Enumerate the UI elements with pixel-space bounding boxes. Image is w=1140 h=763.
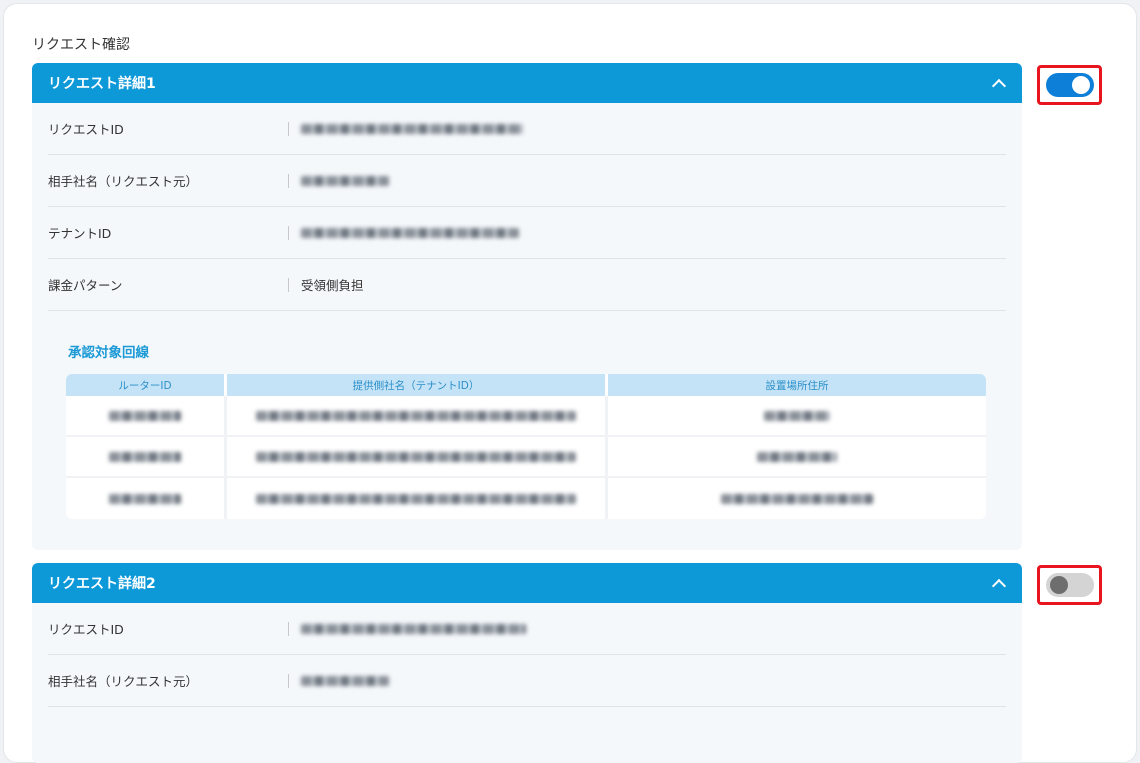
redacted-value [301,623,526,634]
table-cell [227,437,608,476]
request-detail-2-panel: リクエスト詳細2 リクエストID 相手社名（リクエスト元） [32,563,1022,763]
page-title: リクエスト確認 [32,37,130,53]
field-label: 相手社名（リクエスト元） [48,174,199,189]
field-label: 課金パターン [48,278,123,293]
request-detail-1-panel: リクエスト詳細1 リクエストID 相手社名（リクエスト元） テナントID 課金パ… [32,63,1022,550]
field-label: テナントID [48,226,112,241]
redacted-value [109,410,181,421]
table-cell [227,396,608,435]
request-1-toggle[interactable] [1045,73,1094,97]
toggle-knob [1071,76,1090,94]
table-cell [66,396,227,435]
redacted-value [721,493,873,504]
table-row [66,437,986,478]
field-divider [288,621,289,636]
table-cell [66,437,227,476]
chevron-up-icon[interactable] [992,576,1006,590]
table-header: ルーターID 提供側社名（テナントID） 設置場所住所 [66,374,986,396]
field-label: リクエストID [48,622,124,637]
field-divider [288,173,289,188]
redacted-value [301,675,389,686]
field-label: リクエストID [48,122,124,137]
field-tenant-id: テナントID [48,207,1006,259]
toggle-knob [1049,576,1068,594]
field-divider [288,277,289,292]
redacted-value [301,123,523,134]
approval-lines-title: 承認対象回線 [68,345,149,361]
table-row [66,478,986,519]
request-detail-2-header[interactable]: リクエスト詳細2 [32,563,1022,603]
redacted-value [256,451,576,462]
redacted-value [109,451,181,462]
field-billing-pattern: 課金パターン 受領側負担 [48,259,1006,311]
redacted-value [764,410,830,421]
redacted-value [256,410,576,421]
request-1-toggle-highlight [1037,65,1102,105]
field-partner-name: 相手社名（リクエスト元） [48,155,1006,207]
redacted-value [301,227,519,238]
request-detail-1-header[interactable]: リクエスト詳細1 [32,63,1022,103]
table-row [66,396,986,437]
table-cell [608,396,986,435]
redacted-value [757,451,837,462]
field-label: 相手社名（リクエスト元） [48,674,199,689]
field-divider [288,121,289,136]
request-confirm-card: リクエスト確認 リクエスト詳細1 リクエストID 相手社名（リクエスト元） テナ… [3,3,1137,763]
column-header-address: 設置場所住所 [608,374,986,396]
request-detail-1-title: リクエスト詳細1 [48,76,156,92]
redacted-value [256,493,576,504]
approval-lines-table: ルーターID 提供側社名（テナントID） 設置場所住所 [66,374,986,519]
request-2-toggle[interactable] [1045,573,1094,597]
chevron-up-icon[interactable] [992,76,1006,90]
field-partner-name: 相手社名（リクエスト元） [48,655,1006,707]
column-header-provider: 提供側社名（テナントID） [227,374,605,396]
request-2-toggle-highlight [1037,565,1102,605]
table-cell [227,478,608,519]
field-request-id: リクエストID [48,603,1006,655]
table-cell [608,437,986,476]
field-divider [288,225,289,240]
redacted-value [301,175,389,186]
field-value: 受領側負担 [301,278,364,293]
field-request-id: リクエストID [48,103,1006,155]
column-header-router-id: ルーターID [66,374,224,396]
redacted-value [109,493,181,504]
field-divider [288,673,289,688]
table-cell [66,478,227,519]
table-cell [608,478,986,519]
request-detail-2-title: リクエスト詳細2 [48,576,156,592]
